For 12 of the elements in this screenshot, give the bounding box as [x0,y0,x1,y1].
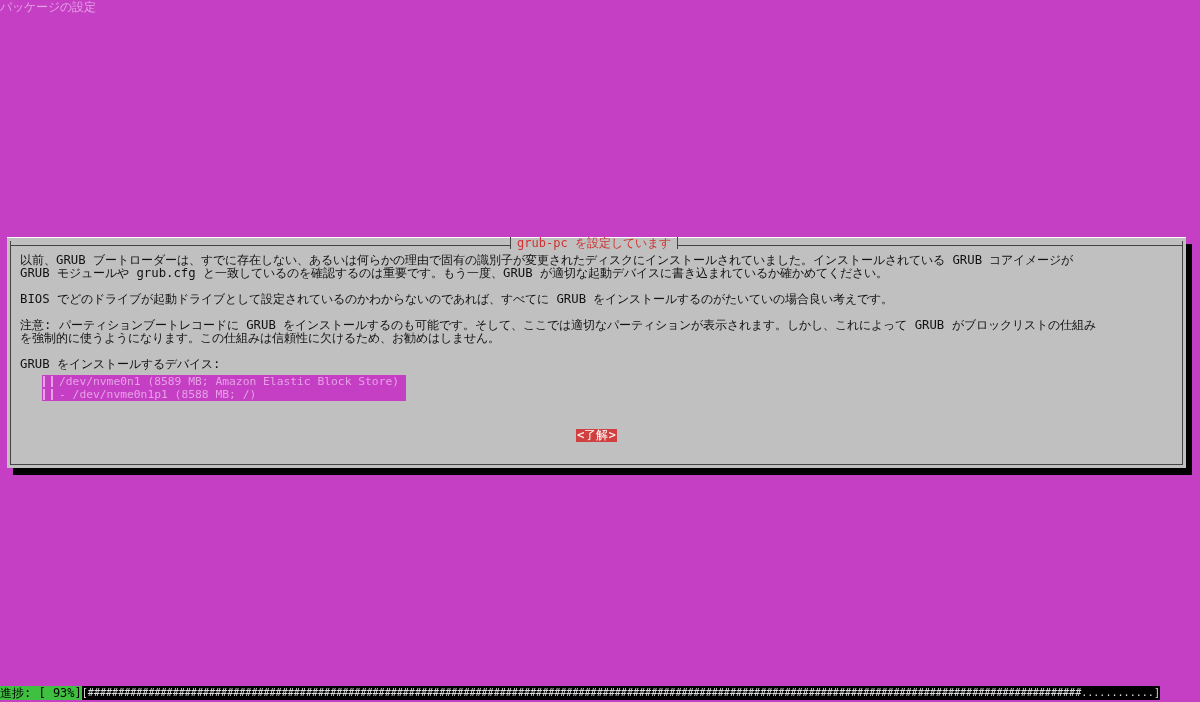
list-label: GRUB をインストールするデバイス: [20,358,222,371]
device-item[interactable]: /dev/nvme0n1 (8589 MB; Amazon Elastic Block Store) [59,375,400,388]
dialog-title: grub-pc を設定しています [510,237,678,249]
paragraph: 以前、GRUB ブートローダーは、すでに存在しない、あるいは何らかの理由で固有の識別子が変更されたディスクにインストールされていました。インストールされている GRUB コアイメージが GRUB モジュールや grub.cfg と一致しているのを確認するのは重要です。もう一度、GRUB が適切な起動デバイスに書き込まれているか確かめてください。 [20,254,1075,280]
checkbox[interactable] [43,376,53,387]
ok-button[interactable]: <了解> [576,429,617,442]
back-title: パッケージの設定 [0,0,97,14]
device-item[interactable]: - /dev/nvme0n1p1 (8588 MB; /) [59,388,257,401]
progress-label: 進捗: [ 93%] [0,686,82,700]
paragraph: 注意: パーティションブートレコードに GRUB をインストールするのも可能です。そして、ここでは適切なパーティションが表示されます。しかし、これによって GRUB がブロックリストの仕組み を強制的に使うようになります。この仕組みは信頼性に欠けるため、お勧めはしません。 [20,319,1097,345]
checkbox[interactable] [43,389,53,400]
paragraph: BIOS でどのドライブが起動ドライブとして設定されているのかわからないのであれば、すべてに GRUB をインストールするのがたいていの場合良い考えです。 [20,293,895,306]
